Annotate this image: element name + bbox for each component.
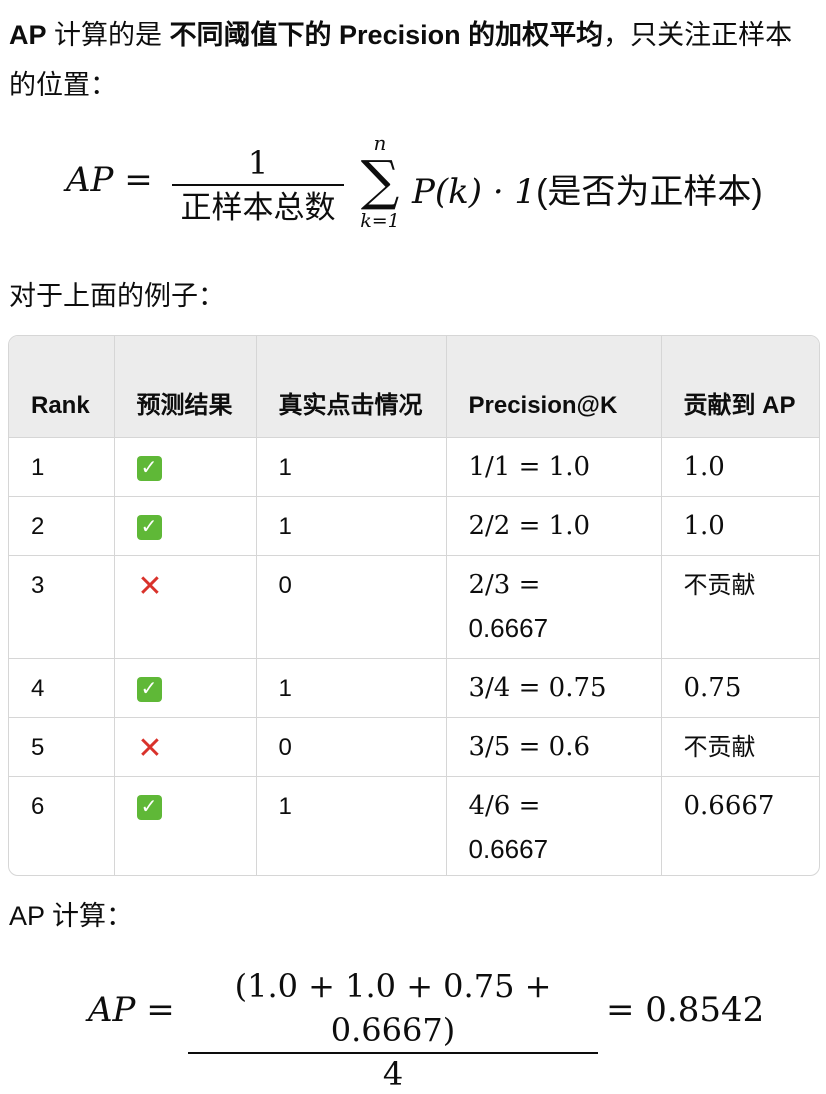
sum-symbol: ∑ (360, 149, 400, 212)
table-row: 4 ✓ 1 3/4 = 0.75 0.75 (9, 658, 819, 717)
cell-prediction: ✕ (113, 717, 256, 776)
fraction-numerator: 1 (247, 144, 269, 182)
contribution-value: 0.6667 (683, 790, 775, 821)
cross-mark-icon: ✕ (137, 731, 163, 765)
ap-result-formula: AP = (1.0 + 1.0 + 0.75 + 0.6667) 4 = 0.8… (0, 960, 826, 1093)
formula-lhs: AP = (66, 160, 153, 200)
cell-truth: 1 (255, 437, 446, 496)
intro-paragraph: AP 计算的是 不同阈值下的 Precision 的加权平均，只关注正样本的位置… (9, 10, 814, 110)
formula-fraction: 1 正样本总数 (170, 142, 346, 230)
cell-prediction: ✕ (113, 555, 256, 658)
header-prediction: 预测结果 (113, 336, 256, 437)
table-row: 2 ✓ 1 2/2 = 1.0 1.0 (9, 496, 819, 555)
header-truth: 真实点击情况 (255, 336, 446, 437)
cell-truth: 1 (255, 776, 446, 875)
cell-precision: 3/4 = 0.75 (445, 658, 661, 717)
cell-contribution: 不贡献 (660, 555, 819, 658)
cell-contribution: 1.0 (660, 437, 819, 496)
header-rank: Rank (31, 391, 90, 419)
contribution-value: 0.75 (683, 672, 742, 703)
contribution-value: 1.0 (683, 451, 725, 482)
intro-lead: AP (9, 20, 47, 50)
ap-example-table: Rank 预测结果 真实点击情况 Precision@K 贡献到 AP 1 ✓ 1 1… (8, 335, 820, 876)
precision-value: 1/1 = 1.0 (468, 451, 591, 482)
contribution-value: 不贡献 (683, 571, 756, 599)
cell-rank: 3 (31, 571, 45, 599)
precision-value: 3/5 = 0.6 (468, 731, 591, 762)
cell-prediction: ✓ (113, 776, 256, 875)
cell-prediction: ✓ (113, 496, 256, 555)
table-row: 6 ✓ 1 4/6 = 0.6667 0.6667 (9, 776, 819, 875)
intro-bold-phrase: 不同阈值下的 Precision 的加权平均 (169, 20, 604, 50)
cell-contribution: 0.6667 (660, 776, 819, 875)
check-mark-icon: ✓ (136, 514, 162, 540)
header-precision: Precision@K (445, 336, 661, 437)
precision-value: 4/6 = (468, 790, 541, 821)
table-row: 1 ✓ 1 1/1 = 1.0 1.0 (9, 437, 819, 496)
cell-prediction: ✓ (113, 437, 256, 496)
cell-precision: 3/5 = 0.6 (445, 717, 661, 776)
cell-rank: 4 (31, 674, 45, 702)
formula-rhs: P(k) · 1(是否为正样本) (412, 164, 763, 213)
cell-rank: 2 (31, 512, 45, 540)
cross-mark-icon: ✕ (137, 569, 163, 603)
cell-truth: 0 (255, 717, 446, 776)
precision-value: 2/3 = (468, 569, 541, 600)
cell-precision: 1/1 = 1.0 (445, 437, 661, 496)
cell-rank: 6 (31, 792, 45, 820)
contribution-value: 1.0 (683, 510, 725, 541)
cell-rank: 1 (31, 453, 45, 481)
precision-value-tail: 0.6667 (468, 612, 549, 643)
result-numerator: (1.0 + 1.0 + 0.75 + 0.6667) (234, 967, 552, 1049)
cell-truth: 1 (255, 658, 446, 717)
ap-definition-formula: AP = 1 正样本总数 n ∑ k=1 P(k) · 1(是否为正样本) (0, 130, 826, 260)
cell-prediction: ✓ (113, 658, 256, 717)
check-mark-icon: ✓ (136, 455, 162, 481)
example-intro: 对于上面的例子： (9, 281, 225, 311)
cell-contribution: 0.75 (660, 658, 819, 717)
result-denominator: 4 (382, 1055, 404, 1093)
cell-contribution: 不贡献 (660, 717, 819, 776)
result-value: = 0.8542 (606, 990, 765, 1030)
cell-truth: 1 (255, 496, 446, 555)
check-mark-icon: ✓ (136, 676, 162, 702)
table-header-row: Rank 预测结果 真实点击情况 Precision@K 贡献到 AP (9, 336, 819, 437)
table-row: 5 ✕ 0 3/5 = 0.6 不贡献 (9, 717, 819, 776)
cell-truth: 0 (255, 555, 446, 658)
result-lhs: AP = (88, 990, 175, 1030)
formula-indicator: (是否为正样本) (536, 173, 763, 211)
precision-value: 3/4 = 0.75 (468, 672, 607, 703)
intro-mid: 计算的是 (46, 20, 170, 50)
summation: n ∑ k=1 (352, 130, 408, 236)
table-row: 3 ✕ 0 2/3 = 0.6667 不贡献 (9, 555, 819, 658)
cell-contribution: 1.0 (660, 496, 819, 555)
precision-value: 2/2 = 1.0 (468, 510, 591, 541)
ap-calc-label: AP 计算： (9, 901, 134, 931)
formula-term: P(k) · 1 (412, 172, 537, 212)
check-mark-icon: ✓ (136, 794, 162, 820)
cell-rank: 5 (31, 733, 45, 761)
cell-precision: 4/6 = 0.6667 (445, 776, 661, 875)
precision-value-tail: 0.6667 (468, 833, 549, 864)
cell-precision: 2/3 = 0.6667 (445, 555, 661, 658)
sum-lower-limit: k=1 (360, 210, 400, 232)
header-contribution: 贡献到 AP (660, 336, 819, 437)
fraction-denominator: 正样本总数 (180, 190, 336, 225)
cell-precision: 2/2 = 1.0 (445, 496, 661, 555)
result-fraction: (1.0 + 1.0 + 0.75 + 0.6667) 4 (188, 964, 598, 1094)
contribution-value: 不贡献 (683, 733, 756, 761)
